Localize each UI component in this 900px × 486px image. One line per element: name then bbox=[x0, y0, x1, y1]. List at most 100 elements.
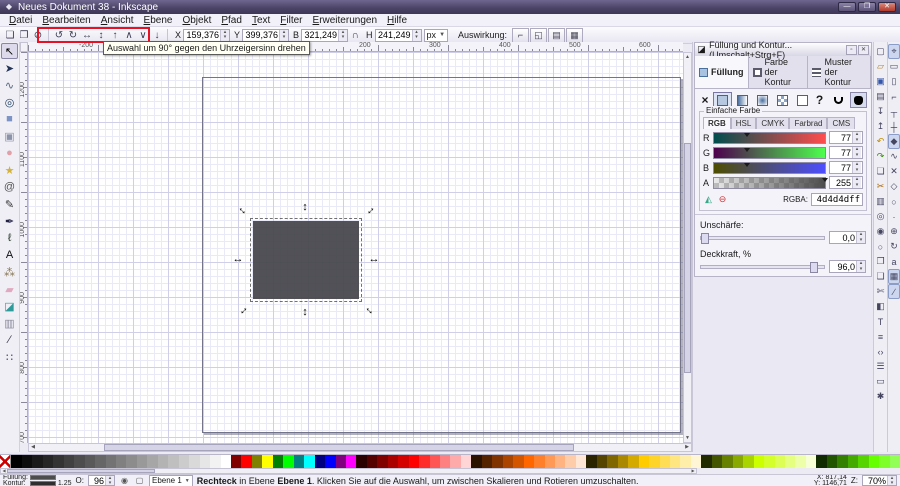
palette-swatch[interactable] bbox=[492, 455, 502, 468]
layer-dropdown[interactable]: Ebene 1 ▼ bbox=[149, 475, 193, 486]
ruler-v[interactable]: 120011001000900800700 bbox=[20, 52, 28, 443]
palette-swatch[interactable] bbox=[565, 455, 575, 468]
snap-text-baseline-icon[interactable]: a bbox=[888, 254, 900, 269]
palette-swatch[interactable] bbox=[95, 455, 105, 468]
palette-swatch[interactable] bbox=[795, 455, 805, 468]
menu-datei[interactable]: Datei bbox=[4, 15, 37, 26]
palette-swatch[interactable] bbox=[785, 455, 795, 468]
palette-swatch[interactable] bbox=[534, 455, 544, 468]
color-tab-hsl[interactable]: HSL bbox=[731, 117, 757, 129]
palette-swatch[interactable] bbox=[53, 455, 63, 468]
palette-swatch[interactable] bbox=[137, 455, 147, 468]
fill-stroke-dialog-icon[interactable]: ◧ bbox=[875, 299, 887, 314]
palette-swatch[interactable] bbox=[367, 455, 377, 468]
palette-swatch[interactable] bbox=[158, 455, 168, 468]
zoom-tool[interactable]: ◎ bbox=[1, 94, 18, 110]
palette-swatch[interactable] bbox=[64, 455, 74, 468]
scale-stroke-toggle[interactable]: ⌐ bbox=[512, 28, 529, 43]
snap-bbox-midpoints-icon[interactable]: ┬ bbox=[888, 104, 900, 119]
stroke-swatch[interactable] bbox=[30, 481, 56, 486]
handle-s[interactable]: ↕ bbox=[299, 306, 311, 318]
palette-swatch[interactable] bbox=[398, 455, 408, 468]
height-input[interactable] bbox=[376, 30, 412, 41]
rectangle-tool[interactable]: ■ bbox=[1, 111, 18, 127]
palette-swatch-none[interactable] bbox=[0, 455, 11, 468]
menu-pfad[interactable]: Pfad bbox=[216, 15, 247, 26]
palette-swatch[interactable] bbox=[32, 455, 42, 468]
tab-stroke-style[interactable]: Muster der Kontur bbox=[808, 56, 871, 88]
palette-swatch[interactable] bbox=[210, 455, 220, 468]
move-gradients-toggle[interactable]: ▤ bbox=[548, 28, 565, 43]
palette-swatch[interactable] bbox=[294, 455, 304, 468]
palette-swatch[interactable] bbox=[869, 455, 879, 468]
palette-swatch[interactable] bbox=[85, 455, 95, 468]
palette-swatch[interactable] bbox=[733, 455, 743, 468]
slider-r[interactable] bbox=[713, 132, 826, 144]
palette-swatch[interactable] bbox=[283, 455, 293, 468]
raise-icon[interactable]: ∧ bbox=[122, 28, 136, 42]
y-input[interactable] bbox=[243, 30, 279, 41]
palette-swatch[interactable] bbox=[513, 455, 523, 468]
fill-stroke-indicator[interactable]: Füllung: Kontur: 1.25 bbox=[3, 475, 72, 486]
palette-swatch[interactable] bbox=[586, 455, 596, 468]
scroll-down-icon[interactable]: ▼ bbox=[684, 434, 691, 442]
text-tool[interactable]: A bbox=[1, 247, 18, 263]
palette-swatch[interactable] bbox=[555, 455, 565, 468]
panel-close-button[interactable]: ✕ bbox=[858, 45, 869, 55]
height-spinner[interactable]: ▴▾ bbox=[412, 30, 421, 41]
minimize-button[interactable]: — bbox=[838, 2, 856, 12]
snap-enable-icon[interactable]: ⌖ bbox=[888, 44, 900, 59]
copy-icon[interactable]: ❏ bbox=[875, 164, 887, 179]
slider-b[interactable] bbox=[713, 162, 826, 174]
palette-swatch[interactable] bbox=[545, 455, 555, 468]
slider-input-r[interactable] bbox=[830, 132, 852, 143]
new-document-icon[interactable]: ▢ bbox=[875, 44, 887, 59]
maximize-button[interactable]: ❐ bbox=[858, 2, 876, 12]
handle-w[interactable]: ↔ bbox=[232, 253, 244, 265]
snap-intersections-icon[interactable]: ✕ bbox=[888, 164, 900, 179]
snap-object-centers-icon[interactable]: ⊕ bbox=[888, 224, 900, 239]
palette-swatch[interactable] bbox=[336, 455, 346, 468]
raise-to-top-icon[interactable]: ↑ bbox=[108, 28, 122, 42]
palette-swatch[interactable] bbox=[221, 455, 231, 468]
palette-swatch[interactable] bbox=[315, 455, 325, 468]
palette-swatch[interactable] bbox=[827, 455, 837, 468]
palette-swatch[interactable] bbox=[461, 455, 471, 468]
palette-swatch[interactable] bbox=[628, 455, 638, 468]
palette-swatch[interactable] bbox=[482, 455, 492, 468]
opacity-statusbar-spinner[interactable]: ▴▾ bbox=[105, 476, 114, 485]
palette-swatch[interactable] bbox=[262, 455, 272, 468]
vertical-scrollbar[interactable]: ▲ ▼ bbox=[683, 52, 692, 443]
swatch-button[interactable] bbox=[793, 92, 812, 108]
zoom-spinner[interactable]: ▴▾ bbox=[887, 476, 896, 485]
pattern-button[interactable] bbox=[773, 92, 792, 108]
no-paint-button[interactable]: × bbox=[699, 93, 711, 107]
slider-input-a[interactable] bbox=[830, 177, 852, 188]
select-all-icon[interactable]: ❏ bbox=[3, 28, 17, 42]
duplicate-icon[interactable]: ❐ bbox=[875, 254, 887, 269]
palette-swatch[interactable] bbox=[252, 455, 262, 468]
palette-swatch[interactable] bbox=[701, 455, 711, 468]
redo-icon[interactable]: ↷ bbox=[875, 149, 887, 164]
zoom-input[interactable] bbox=[863, 476, 887, 485]
palette-swatch[interactable] bbox=[147, 455, 157, 468]
width-input[interactable] bbox=[302, 30, 338, 41]
lower-to-bottom-icon[interactable]: ↓ bbox=[150, 28, 164, 42]
menu-erweiterungen[interactable]: Erweiterungen bbox=[308, 15, 382, 26]
color-tab-cms[interactable]: CMS bbox=[827, 117, 855, 129]
palette-swatch[interactable] bbox=[126, 455, 136, 468]
palette-swatch[interactable] bbox=[816, 455, 826, 468]
scroll-left-icon[interactable]: ◀ bbox=[29, 444, 37, 451]
ellipse-tool[interactable]: ● bbox=[1, 145, 18, 161]
layers-dialog-icon[interactable]: ☰ bbox=[875, 359, 887, 374]
palette-swatch[interactable] bbox=[764, 455, 774, 468]
flip-vertical-icon[interactable]: ↕ bbox=[94, 28, 108, 42]
snap-bbox-edges-icon[interactable]: ▯ bbox=[888, 74, 900, 89]
palette-swatch[interactable] bbox=[74, 455, 84, 468]
palette-swatch[interactable] bbox=[607, 455, 617, 468]
horizontal-scroll-thumb[interactable] bbox=[104, 444, 574, 451]
slider-spinner[interactable]: ▴▾ bbox=[852, 147, 861, 158]
palette-swatch[interactable] bbox=[11, 455, 21, 468]
horizontal-scrollbar[interactable]: ◀ ▶ bbox=[28, 443, 692, 452]
rotate-cw-icon[interactable]: ↻ bbox=[66, 28, 80, 42]
